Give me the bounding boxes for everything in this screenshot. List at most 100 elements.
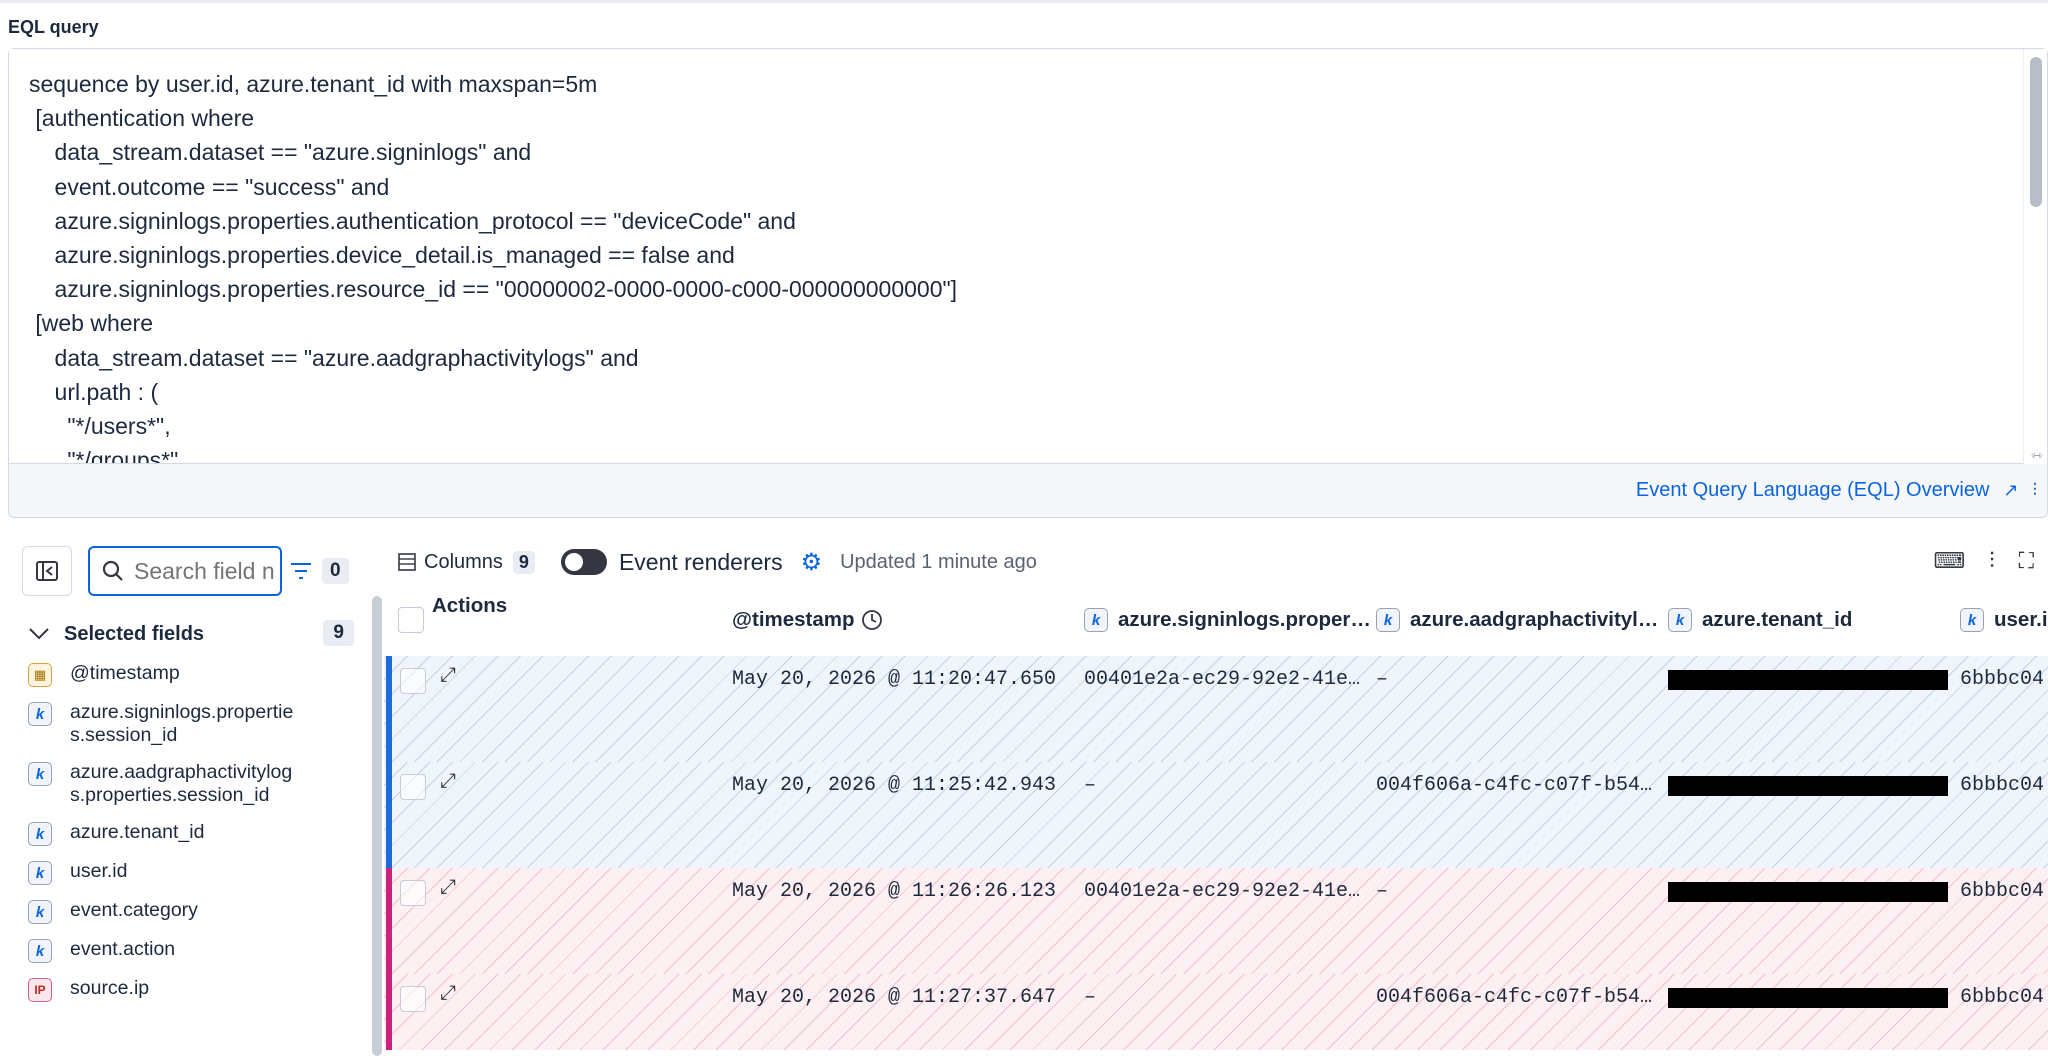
keyword-type-icon: k bbox=[28, 762, 52, 786]
expand-event-icon[interactable]: ⤢ bbox=[440, 770, 456, 793]
eql-query-line: sequence by user.id, azure.tenant_id wit… bbox=[29, 71, 598, 97]
eql-query-line: data_stream.dataset == "azure.signinlogs… bbox=[29, 139, 532, 166]
redacted-tenant-id bbox=[1668, 670, 1948, 690]
expand-event-icon[interactable]: ⤢ bbox=[440, 982, 456, 1005]
tenant-id-header-label: azure.tenant_id bbox=[1702, 608, 1853, 631]
collapse-sidebar-button[interactable] bbox=[22, 546, 72, 596]
keyword-type-icon: k bbox=[28, 861, 52, 885]
aadgraph-session-column-header[interactable]: k azure.aadgraphactivityl… bbox=[1376, 584, 1666, 656]
table-columns-icon bbox=[398, 553, 416, 571]
row-sequence-indicator bbox=[386, 868, 392, 974]
fullscreen-icon[interactable]: ⛶ bbox=[2019, 548, 2034, 574]
keyword-type-icon: k bbox=[28, 900, 52, 924]
filter-count-badge: 0 bbox=[322, 558, 349, 584]
calendar-icon: ▦ bbox=[28, 663, 52, 687]
field-list-sidebar: 0 Selected fields 9 ▦ @timestamp k azure.si… bbox=[8, 532, 382, 1056]
expand-event-icon[interactable]: ⤢ bbox=[440, 876, 456, 899]
field-name: event.action bbox=[70, 938, 176, 960]
field-search-box[interactable] bbox=[88, 546, 282, 596]
gear-icon[interactable]: ⚙ bbox=[801, 548, 823, 577]
clock-icon bbox=[861, 610, 882, 630]
eql-query-label: EQL query bbox=[8, 17, 99, 37]
eql-query-line: url.path : ( bbox=[29, 378, 159, 405]
signinlogs-session-column-header[interactable]: k azure.signinlogs.proper… bbox=[1084, 584, 1374, 656]
keyword-type-icon: k bbox=[28, 822, 52, 846]
resize-handle-icon[interactable]: ⇿ bbox=[2031, 447, 2045, 463]
field-item[interactable]: k azure.signinlogs.properties.session_id bbox=[28, 701, 328, 747]
external-link-icon: ↗ bbox=[2003, 480, 2019, 500]
actions-column-header: Actions bbox=[432, 594, 508, 617]
eql-footer: Event Query Language (EQL) Overview ↗ ⫶ bbox=[1636, 479, 2037, 502]
table-row[interactable]: ⤢ May 20, 2026 @ 11:25:42.943 – 004f606a-c4… bbox=[384, 762, 2048, 868]
field-filter-button[interactable]: 0 bbox=[290, 550, 349, 592]
field-item[interactable]: k event.action bbox=[28, 938, 328, 963]
filter-icon bbox=[291, 563, 311, 579]
eql-query-line: azure.signinlogs.properties.authenticati… bbox=[29, 207, 796, 234]
eql-query-line: azure.signinlogs.properties.device_detai… bbox=[29, 242, 735, 269]
signinlogs-session-cell: – bbox=[1084, 986, 1097, 1009]
eql-overview-link[interactable]: Event Query Language (EQL) Overview bbox=[1636, 479, 1990, 502]
collapse-left-icon bbox=[36, 561, 58, 581]
row-checkbox[interactable] bbox=[400, 880, 426, 906]
query-settings-icon[interactable]: ⫶ bbox=[2033, 480, 2038, 501]
row-sequence-indicator bbox=[386, 762, 392, 868]
redacted-tenant-id bbox=[1668, 882, 1948, 902]
field-name: azure.aadgraphactivitylogs.properties.se… bbox=[70, 761, 293, 806]
aadgraph-header-label: azure.aadgraphactivityl… bbox=[1410, 608, 1659, 631]
signinlogs-session-cell: 00401e2a-ec29-92e2-41e… bbox=[1084, 668, 1361, 691]
expand-event-icon[interactable]: ⤢ bbox=[440, 664, 456, 687]
user-id-cell: 6bbbc04 bbox=[1960, 668, 2045, 691]
field-item[interactable]: k azure.tenant_id bbox=[28, 821, 328, 846]
display-settings-icon[interactable]: ⫶ bbox=[1989, 548, 1995, 574]
columns-label: Columns bbox=[424, 550, 503, 573]
sidebar-scrollbar[interactable] bbox=[372, 596, 382, 1056]
field-name: user.id bbox=[70, 860, 128, 882]
field-name: @timestamp bbox=[70, 662, 180, 684]
search-icon bbox=[102, 560, 123, 581]
eql-query-editor[interactable]: sequence by user.id, azure.tenant_id wit… bbox=[9, 49, 2025, 464]
user-id-column-header[interactable]: k user.i bbox=[1960, 584, 2048, 656]
table-row[interactable]: ⤢ May 20, 2026 @ 11:26:26.123 00401e2a-ec2… bbox=[384, 868, 2048, 974]
top-divider bbox=[0, 0, 2048, 3]
table-row[interactable]: ⤢ May 20, 2026 @ 11:27:37.647 – 004f606a-c4… bbox=[384, 974, 2048, 1050]
updated-status: Updated 1 minute ago bbox=[840, 550, 1037, 573]
eql-query-line: data_stream.dataset == "azure.aadgraphac… bbox=[29, 344, 639, 371]
keyboard-shortcuts-icon[interactable]: ⌨ bbox=[1933, 548, 1965, 574]
user-id-cell: 6bbbc04 bbox=[1960, 880, 2045, 903]
selected-fields-header[interactable]: Selected fields 9 bbox=[28, 612, 354, 656]
row-checkbox[interactable] bbox=[400, 668, 426, 694]
editor-scrollbar[interactable] bbox=[2023, 49, 2047, 464]
timestamp-header-label: @timestamp bbox=[732, 608, 855, 631]
field-name: source.ip bbox=[70, 977, 150, 999]
event-renderers-toggle[interactable] bbox=[560, 549, 607, 575]
signinlogs-session-cell: 00401e2a-ec29-92e2-41e… bbox=[1084, 880, 1361, 903]
field-item[interactable]: ▦ @timestamp bbox=[28, 662, 328, 687]
keyword-type-icon: k bbox=[1960, 608, 1984, 632]
timestamp-cell: May 20, 2026 @ 11:25:42.943 bbox=[732, 774, 1057, 797]
select-all-checkbox[interactable] bbox=[398, 584, 424, 656]
ip-type-icon: IP bbox=[28, 978, 52, 1002]
columns-button[interactable]: Columns 9 bbox=[398, 550, 535, 574]
field-item[interactable]: k user.id bbox=[28, 860, 328, 885]
row-checkbox[interactable] bbox=[400, 774, 426, 800]
timestamp-cell: May 20, 2026 @ 11:26:26.123 bbox=[732, 880, 1057, 903]
timestamp-cell: May 20, 2026 @ 11:27:37.647 bbox=[732, 986, 1057, 1009]
aadgraph-session-cell: – bbox=[1376, 880, 1389, 903]
field-name: azure.tenant_id bbox=[70, 821, 205, 843]
row-checkbox[interactable] bbox=[400, 986, 426, 1012]
field-search-input[interactable] bbox=[134, 557, 274, 585]
tenant-id-column-header[interactable]: k azure.tenant_id bbox=[1668, 584, 1958, 656]
columns-count-badge: 9 bbox=[512, 550, 535, 574]
table-row[interactable]: ⤢ May 20, 2026 @ 11:20:47.650 00401e2a-ec2… bbox=[384, 656, 2048, 762]
row-sequence-indicator bbox=[386, 656, 392, 762]
field-item[interactable]: k event.category bbox=[28, 899, 328, 924]
keyword-type-icon: k bbox=[28, 702, 52, 726]
timestamp-cell: May 20, 2026 @ 11:20:47.650 bbox=[732, 668, 1057, 691]
timestamp-column-header[interactable]: @timestamp bbox=[732, 584, 883, 656]
field-item[interactable]: k azure.aadgraphactivitylogs.properties.s… bbox=[28, 761, 328, 807]
grid-toolbar-actions: ⌨ ⫶ ⛶ bbox=[1933, 548, 2034, 574]
field-item[interactable]: IP source.ip bbox=[28, 977, 328, 1002]
redacted-tenant-id bbox=[1668, 776, 1948, 796]
editor-scroll-thumb[interactable] bbox=[2030, 57, 2042, 207]
eql-query-line: [authentication where bbox=[29, 105, 255, 132]
